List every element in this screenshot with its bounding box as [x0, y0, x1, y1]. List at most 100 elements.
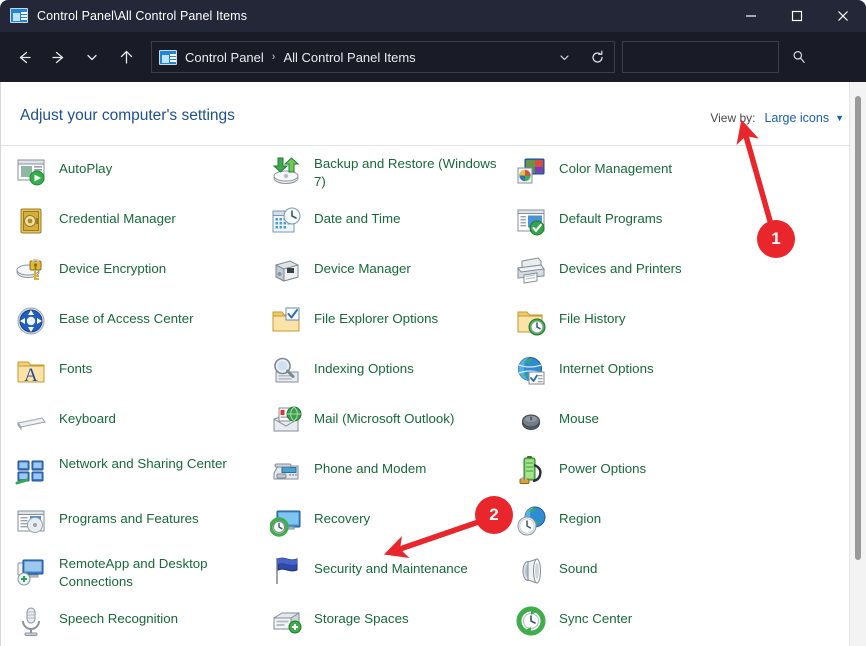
control-panel-item-label[interactable]: File Explorer Options	[314, 305, 438, 328]
autoplay-icon[interactable]	[15, 155, 47, 187]
control-panel-item[interactable]: Credential Manager	[15, 196, 270, 246]
control-panel-item[interactable]: Backup and Restore (Windows 7)	[270, 146, 525, 196]
vertical-scrollbar[interactable]	[849, 82, 866, 646]
sync-center-icon[interactable]	[515, 605, 547, 637]
view-by-value[interactable]: Large icons	[764, 111, 829, 125]
indexing-options-icon[interactable]	[270, 355, 302, 387]
security-and-maintenance-icon[interactable]	[270, 555, 302, 587]
control-panel-item-label[interactable]: Phone and Modem	[314, 455, 426, 478]
control-panel-item-label[interactable]: Sync Center	[559, 605, 632, 628]
maximize-button[interactable]	[774, 0, 820, 32]
control-panel-item-label[interactable]: Storage Spaces	[314, 605, 409, 628]
device-encryption-icon[interactable]	[15, 255, 47, 287]
control-panel-item-label[interactable]: Power Options	[559, 455, 646, 478]
control-panel-item-label[interactable]: Recovery	[314, 505, 370, 528]
fonts-icon[interactable]: A	[15, 355, 47, 387]
breadcrumb-item-control-panel[interactable]: Control Panel	[185, 50, 264, 65]
control-panel-item-label[interactable]: Keyboard	[59, 405, 116, 428]
control-panel-item[interactable]: Ease of Access Center	[15, 296, 270, 346]
control-panel-item-label[interactable]: Internet Options	[559, 355, 654, 378]
control-panel-item-label[interactable]: Color Management	[559, 155, 672, 178]
control-panel-item[interactable]: A Fonts	[15, 346, 270, 396]
sound-icon[interactable]	[515, 555, 547, 587]
control-panel-item[interactable]: Sync Center	[515, 596, 770, 646]
date-and-time-icon[interactable]	[270, 205, 302, 237]
control-panel-item-label[interactable]: Sound	[559, 555, 597, 578]
control-panel-item[interactable]: Indexing Options	[270, 346, 525, 396]
forward-button[interactable]	[41, 40, 75, 74]
remoteapp-and-desktop-connections-icon[interactable]	[15, 555, 47, 587]
view-by-control[interactable]: View by: Large icons ▼	[710, 111, 844, 125]
search-icon[interactable]	[792, 42, 806, 72]
file-history-icon[interactable]	[515, 305, 547, 337]
control-panel-item-label[interactable]: Device Manager	[314, 255, 411, 278]
control-panel-item[interactable]: Phone and Modem	[270, 446, 525, 496]
control-panel-item-label[interactable]: Region	[559, 505, 601, 528]
control-panel-item[interactable]: Programs and Features	[15, 496, 270, 546]
recovery-icon[interactable]	[270, 505, 302, 537]
control-panel-item-label[interactable]: Date and Time	[314, 205, 400, 228]
keyboard-icon[interactable]	[15, 405, 47, 437]
address-bar[interactable]: Control Panel › All Control Panel Items	[151, 41, 615, 73]
control-panel-item[interactable]: RemoteApp and Desktop Connections	[15, 546, 270, 596]
device-manager-icon[interactable]	[270, 255, 302, 287]
control-panel-item[interactable]: Region	[515, 496, 770, 546]
control-panel-item[interactable]: Internet Options	[515, 346, 770, 396]
control-panel-item[interactable]: Speech Recognition	[15, 596, 270, 646]
minimize-button[interactable]	[728, 0, 774, 32]
phone-and-modem-icon[interactable]	[270, 455, 302, 487]
control-panel-item[interactable]: Power Options	[515, 446, 770, 496]
control-panel-item[interactable]: Keyboard	[15, 396, 270, 446]
control-panel-item-label[interactable]: Mouse	[559, 405, 599, 428]
default-programs-icon[interactable]	[515, 205, 547, 237]
control-panel-item-label[interactable]: Speech Recognition	[59, 605, 178, 628]
power-options-icon[interactable]	[515, 455, 547, 487]
control-panel-item[interactable]: Recovery	[270, 496, 525, 546]
control-panel-item[interactable]: Security and Maintenance	[270, 546, 525, 596]
control-panel-item[interactable]: Color Management	[515, 146, 770, 196]
control-panel-item-label[interactable]: Programs and Features	[59, 505, 199, 528]
control-panel-item-label[interactable]: Mail (Microsoft Outlook)	[314, 405, 454, 428]
control-panel-item[interactable]: Mail (Microsoft Outlook)	[270, 396, 525, 446]
control-panel-item-label[interactable]: Security and Maintenance	[314, 555, 468, 578]
region-icon[interactable]	[515, 505, 547, 537]
control-panel-item-label[interactable]: AutoPlay	[59, 155, 112, 178]
control-panel-item[interactable]: Network and Sharing Center	[15, 446, 270, 496]
control-panel-item-label[interactable]: Credential Manager	[59, 205, 176, 228]
storage-spaces-icon[interactable]	[270, 605, 302, 637]
up-button[interactable]	[109, 40, 143, 74]
control-panel-item[interactable]: Device Manager	[270, 246, 525, 296]
chevron-down-icon[interactable]: ▼	[835, 114, 844, 123]
control-panel-item[interactable]: File Explorer Options	[270, 296, 525, 346]
internet-options-icon[interactable]	[515, 355, 547, 387]
backup-and-restore-icon[interactable]	[270, 155, 302, 187]
ease-of-access-center-icon[interactable]	[15, 305, 47, 337]
credential-manager-icon[interactable]	[15, 205, 47, 237]
speech-recognition-icon[interactable]	[15, 605, 47, 637]
search-input[interactable]	[623, 50, 792, 64]
control-panel-item[interactable]: File History	[515, 296, 770, 346]
address-dropdown-button[interactable]	[548, 41, 581, 73]
control-panel-item[interactable]: Sound	[515, 546, 770, 596]
control-panel-item-label[interactable]: Backup and Restore (Windows 7)	[314, 155, 510, 191]
programs-and-features-icon[interactable]	[15, 505, 47, 537]
network-and-sharing-center-icon[interactable]	[15, 455, 47, 487]
color-management-icon[interactable]	[515, 155, 547, 187]
control-panel-item[interactable]: Default Programs	[515, 196, 770, 246]
control-panel-item-label[interactable]: Device Encryption	[59, 255, 166, 278]
close-button[interactable]	[820, 0, 866, 32]
back-button[interactable]	[7, 40, 41, 74]
search-box[interactable]	[622, 41, 779, 73]
control-panel-item[interactable]: Mouse	[515, 396, 770, 446]
control-panel-item-label[interactable]: Default Programs	[559, 205, 662, 228]
control-panel-item-label[interactable]: Devices and Printers	[559, 255, 682, 278]
scrollbar-thumb[interactable]	[855, 96, 861, 560]
control-panel-item[interactable]: Storage Spaces	[270, 596, 525, 646]
mail-icon[interactable]	[270, 405, 302, 437]
file-explorer-options-icon[interactable]	[270, 305, 302, 337]
control-panel-item-label[interactable]: Ease of Access Center	[59, 305, 194, 328]
control-panel-item[interactable]: Date and Time	[270, 196, 525, 246]
control-panel-item-label[interactable]: Indexing Options	[314, 355, 414, 378]
control-panel-item-label[interactable]: Fonts	[59, 355, 92, 378]
devices-and-printers-icon[interactable]	[515, 255, 547, 287]
